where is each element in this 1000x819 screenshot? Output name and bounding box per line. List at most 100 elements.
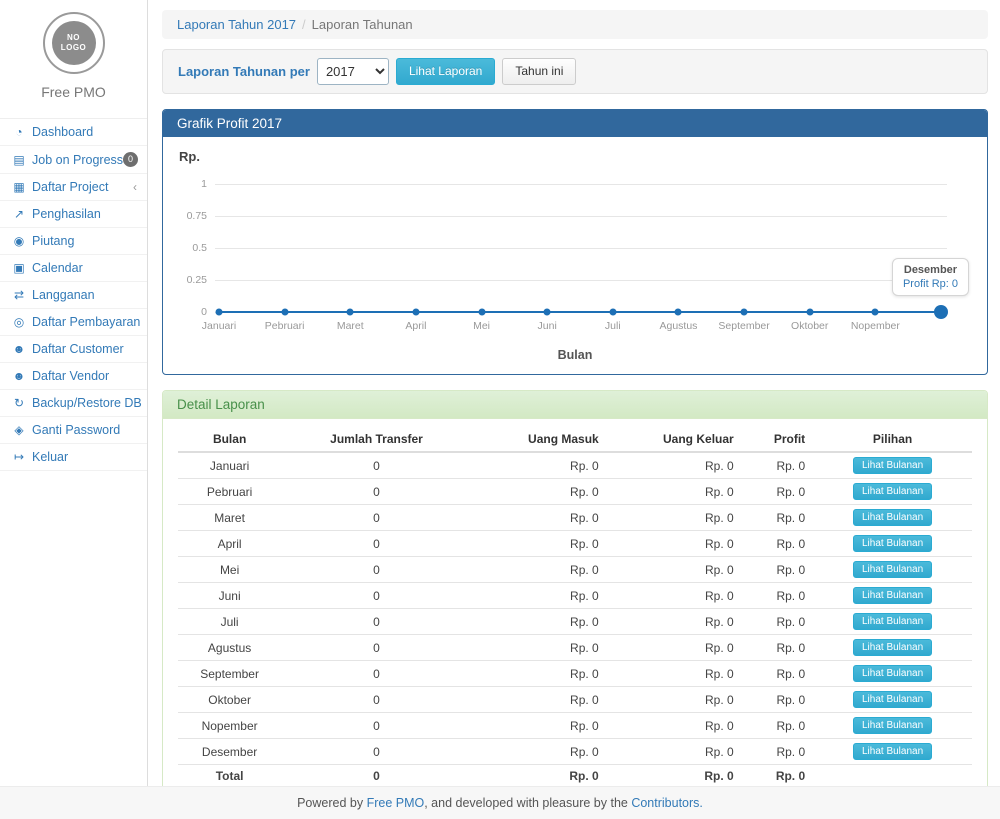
- table-row-agustus: Agustus0Rp. 0Rp. 0Rp. 0Lihat Bulanan: [178, 635, 972, 661]
- data-point-agustus[interactable]: [675, 309, 682, 316]
- footer-link-contributors[interactable]: Contributors.: [631, 796, 703, 810]
- y-tick-label: 0.75: [175, 210, 207, 222]
- lihat-bulanan-button[interactable]: Lihat Bulanan: [853, 561, 932, 578]
- cell-uang-keluar: Rp. 0: [607, 713, 742, 739]
- data-point-desember[interactable]: [934, 305, 948, 319]
- data-point-pebruari[interactable]: [281, 309, 288, 316]
- cell-bulan: April: [178, 531, 281, 557]
- sidebar-menu: ◔Dashboard▤Job on Progress0▦Daftar Proje…: [0, 118, 147, 471]
- data-point-januari[interactable]: [216, 309, 223, 316]
- count-badge: 0: [123, 152, 138, 167]
- year-select[interactable]: 2017: [317, 58, 389, 85]
- data-point-nopember[interactable]: [872, 309, 879, 316]
- sidebar-item-daftar-vendor[interactable]: ☻Daftar Vendor: [0, 363, 147, 390]
- cell-profit: Rp. 0: [742, 687, 813, 713]
- cell-jumlah-transfer: 0: [281, 609, 472, 635]
- sidebar-item-daftar-customer[interactable]: ☻Daftar Customer: [0, 336, 147, 363]
- lihat-bulanan-button[interactable]: Lihat Bulanan: [853, 535, 932, 552]
- view-report-button[interactable]: Lihat Laporan: [396, 58, 495, 85]
- cell-uang-keluar: Rp. 0: [607, 505, 742, 531]
- column-header-uang-keluar: Uang Keluar: [607, 427, 742, 452]
- chart-grid: Desember Profit Rp: 0 10.750.50.250Janua…: [175, 170, 975, 342]
- chevron-left-icon: ‹: [133, 180, 137, 194]
- lihat-bulanan-button[interactable]: Lihat Bulanan: [853, 639, 932, 656]
- sidebar-item-label: Job on Progress: [32, 153, 123, 167]
- lihat-bulanan-button[interactable]: Lihat Bulanan: [853, 743, 932, 760]
- data-point-mei[interactable]: [478, 309, 485, 316]
- data-point-april[interactable]: [412, 309, 419, 316]
- breadcrumb-separator: /: [302, 17, 306, 32]
- table-row-desember: Desember0Rp. 0Rp. 0Rp. 0Lihat Bulanan: [178, 739, 972, 765]
- data-point-september[interactable]: [741, 309, 748, 316]
- cell-bulan: Agustus: [178, 635, 281, 661]
- table-row-september: September0Rp. 0Rp. 0Rp. 0Lihat Bulanan: [178, 661, 972, 687]
- sign-out-icon: ↦: [10, 450, 28, 464]
- refresh-icon: ↻: [10, 396, 28, 410]
- tooltip-value: Profit Rp: 0: [903, 278, 958, 290]
- sidebar-item-job-on-progress[interactable]: ▤Job on Progress0: [0, 146, 147, 174]
- column-header-jumlah-transfer: Jumlah Transfer: [281, 427, 472, 452]
- sidebar-item-piutang[interactable]: ◉Piutang: [0, 228, 147, 255]
- sidebar-item-calendar[interactable]: ▣Calendar: [0, 255, 147, 282]
- lihat-bulanan-button[interactable]: Lihat Bulanan: [853, 665, 932, 682]
- filter-label: Laporan Tahunan per: [178, 64, 310, 79]
- table-row-januari: Januari0Rp. 0Rp. 0Rp. 0Lihat Bulanan: [178, 452, 972, 479]
- x-tick-label: Agustus: [659, 320, 697, 332]
- breadcrumb-current: Laporan Tahunan: [312, 17, 413, 32]
- cell-pilihan: Lihat Bulanan: [813, 452, 972, 479]
- sidebar: NO LOGO Free PMO ◔Dashboard▤Job on Progr…: [0, 0, 148, 786]
- cell-pilihan: Lihat Bulanan: [813, 609, 972, 635]
- sidebar-item-penghasilan[interactable]: ↗Penghasilan: [0, 201, 147, 228]
- breadcrumb-link[interactable]: Laporan Tahun 2017: [177, 17, 296, 32]
- lihat-bulanan-button[interactable]: Lihat Bulanan: [853, 457, 932, 474]
- data-point-juli[interactable]: [609, 309, 616, 316]
- cell-profit: Rp. 0: [742, 583, 813, 609]
- x-tick-label: Nopember: [851, 320, 900, 332]
- cell-uang-masuk: Rp. 0: [472, 452, 607, 479]
- footer: Powered by Free PMO, and developed with …: [0, 786, 1000, 819]
- lihat-bulanan-button[interactable]: Lihat Bulanan: [853, 483, 932, 500]
- data-point-maret[interactable]: [347, 309, 354, 316]
- lihat-bulanan-button[interactable]: Lihat Bulanan: [853, 509, 932, 526]
- sidebar-item-langganan[interactable]: ⇄Langganan: [0, 282, 147, 309]
- cell-jumlah-transfer: 0: [281, 687, 472, 713]
- lihat-bulanan-button[interactable]: Lihat Bulanan: [853, 613, 932, 630]
- table-row-april: April0Rp. 0Rp. 0Rp. 0Lihat Bulanan: [178, 531, 972, 557]
- profit-chart-panel: Grafik Profit 2017 Rp. Desember Profit R…: [162, 109, 988, 375]
- cell-profit: Rp. 0: [742, 739, 813, 765]
- users-icon: ☻: [10, 369, 28, 383]
- this-year-button[interactable]: Tahun ini: [502, 58, 576, 85]
- data-point-juni[interactable]: [544, 309, 551, 316]
- table-icon: ▦: [10, 180, 28, 194]
- cell-bulan: Januari: [178, 452, 281, 479]
- sidebar-item-dashboard[interactable]: ◔Dashboard: [0, 119, 147, 146]
- lihat-bulanan-button[interactable]: Lihat Bulanan: [853, 717, 932, 734]
- sidebar-item-daftar-pembayaran[interactable]: ◎Daftar Pembayaran: [0, 309, 147, 336]
- sidebar-item-keluar[interactable]: ↦Keluar: [0, 444, 147, 471]
- x-tick-label: September: [718, 320, 769, 332]
- money-icon: ◉: [10, 234, 28, 248]
- sidebar-item-backup-restore-db[interactable]: ↻Backup/Restore DB: [0, 390, 147, 417]
- sidebar-item-label: Calendar: [32, 261, 83, 275]
- lock-icon: ◈: [10, 423, 28, 437]
- sidebar-item-ganti-password[interactable]: ◈Ganti Password: [0, 417, 147, 444]
- table-row-total: Total0Rp. 0Rp. 0Rp. 0: [178, 765, 972, 788]
- cell-uang-masuk: Rp. 0: [472, 583, 607, 609]
- table-row-juli: Juli0Rp. 0Rp. 0Rp. 0Lihat Bulanan: [178, 609, 972, 635]
- x-tick-label: April: [405, 320, 426, 332]
- cell-uang-keluar: Rp. 0: [607, 531, 742, 557]
- report-table: BulanJumlah TransferUang MasukUang Kelua…: [178, 427, 972, 787]
- lihat-bulanan-button[interactable]: Lihat Bulanan: [853, 691, 932, 708]
- cell-bulan: Mei: [178, 557, 281, 583]
- lihat-bulanan-button[interactable]: Lihat Bulanan: [853, 587, 932, 604]
- x-tick-label: Oktober: [791, 320, 828, 332]
- data-point-oktober[interactable]: [806, 309, 813, 316]
- x-tick-label: Juni: [538, 320, 557, 332]
- no-logo-seal-icon: NO LOGO: [52, 21, 96, 65]
- cell-profit: Rp. 0: [742, 557, 813, 583]
- sidebar-item-daftar-project[interactable]: ▦Daftar Project‹: [0, 174, 147, 201]
- cell-profit: Rp. 0: [742, 479, 813, 505]
- cell-uang-masuk: Rp. 0: [472, 531, 607, 557]
- cell-pilihan: Lihat Bulanan: [813, 739, 972, 765]
- footer-link-freepmo[interactable]: Free PMO: [367, 796, 425, 810]
